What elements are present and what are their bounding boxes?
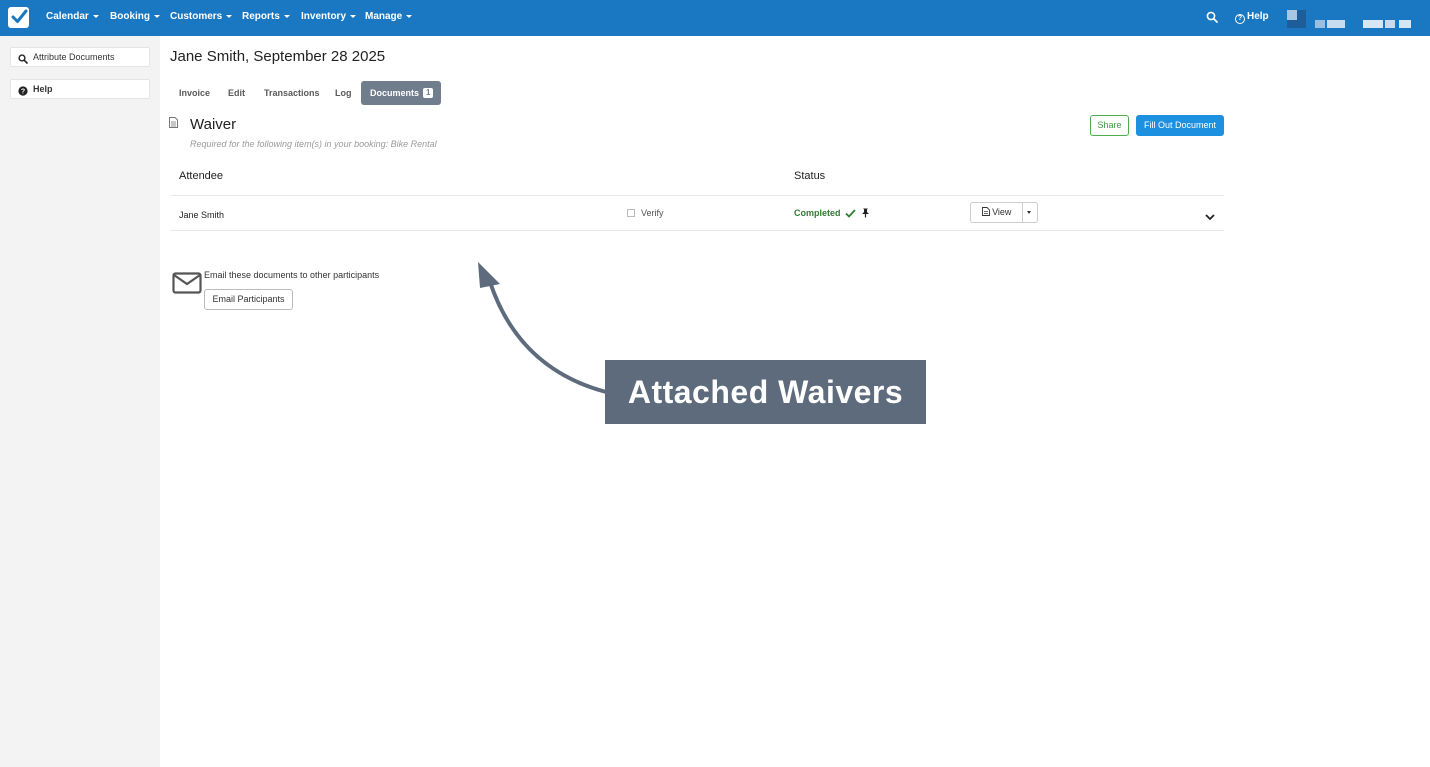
document-title: Waiver: [190, 116, 237, 133]
nav-booking[interactable]: Booking: [110, 11, 160, 22]
file-icon: [981, 207, 990, 216]
question-circle-icon: ?: [18, 84, 28, 102]
sidebar-item-help[interactable]: ? Help: [10, 79, 150, 99]
tab-log[interactable]: Log: [335, 88, 352, 98]
nav-reports[interactable]: Reports: [242, 11, 290, 22]
verify-checkbox[interactable]: Verify: [627, 208, 664, 218]
column-header-status: Status: [794, 170, 826, 182]
documents-count-badge: 1: [423, 88, 434, 98]
tab-edit[interactable]: Edit: [228, 88, 245, 98]
chevron-down-icon[interactable]: [1205, 208, 1215, 226]
fill-out-document-button[interactable]: Fill Out Document: [1136, 115, 1224, 136]
checkbox-logo-icon[interactable]: [8, 7, 29, 28]
caret-down-icon: [154, 14, 160, 18]
caret-down-icon: [406, 14, 413, 18]
document-subtitle: Required for the following item(s) in yo…: [190, 139, 437, 149]
table-divider: [170, 195, 1224, 196]
user-avatar[interactable]: [1287, 10, 1423, 28]
view-button[interactable]: View: [971, 203, 1023, 222]
tab-transactions[interactable]: Transactions: [264, 88, 320, 98]
table-divider: [170, 230, 1224, 231]
view-button-group: View: [970, 202, 1038, 223]
top-navbar: Calendar Booking Customers Reports Inven…: [0, 0, 1430, 36]
email-participants-button[interactable]: Email Participants: [204, 289, 293, 310]
caret-down-icon: [350, 14, 357, 18]
page-title: Jane Smith, September 28 2025: [170, 48, 386, 65]
nav-reports-label: Reports: [242, 11, 280, 22]
caret-down-icon: [226, 14, 233, 18]
status-completed: Completed: [794, 208, 870, 218]
column-header-attendee: Attendee: [179, 170, 224, 182]
sidebar-item-label: Help: [33, 84, 53, 94]
sidebar: Attribute Documents ? Help: [0, 36, 160, 767]
checkmark-icon: [845, 209, 856, 218]
caret-down-icon: [283, 14, 290, 18]
svg-text:?: ?: [21, 89, 25, 96]
caret-down-icon: [92, 14, 99, 18]
email-instructions: Email these documents to other participa…: [204, 270, 380, 280]
annotation-callout: Attached Waivers: [605, 360, 926, 424]
sidebar-item-attribute-documents[interactable]: Attribute Documents: [10, 47, 150, 67]
checkbox-icon: [627, 209, 635, 217]
nav-help[interactable]: ? Help: [1235, 11, 1269, 24]
pin-icon[interactable]: [861, 208, 870, 218]
nav-manage[interactable]: Manage: [365, 11, 413, 22]
nav-calendar[interactable]: Calendar: [46, 11, 99, 22]
nav-inventory-label: Inventory: [301, 11, 347, 22]
search-icon: [18, 52, 28, 70]
nav-calendar-label: Calendar: [46, 11, 89, 22]
tab-invoice[interactable]: Invoice: [179, 88, 210, 98]
help-circle-icon: ?: [1235, 14, 1245, 24]
view-label: View: [992, 207, 1012, 217]
dropdown-caret-icon[interactable]: [1027, 211, 1031, 214]
sidebar-item-label: Attribute Documents: [33, 52, 115, 62]
nav-manage-label: Manage: [365, 11, 403, 22]
document-icon: [169, 115, 178, 133]
nav-help-label: Help: [1247, 11, 1269, 22]
tab-documents[interactable]: Documents 1: [361, 81, 441, 105]
tab-documents-label: Documents: [370, 88, 420, 98]
nav-booking-label: Booking: [110, 11, 150, 22]
attendee-name: Jane Smith: [179, 210, 225, 220]
annotation-arrow: [478, 262, 607, 394]
nav-customers[interactable]: Customers: [170, 11, 233, 22]
nav-customers-label: Customers: [170, 11, 223, 22]
search-icon[interactable]: [1206, 10, 1218, 28]
verify-label: Verify: [641, 208, 664, 218]
envelope-icon: [172, 272, 202, 299]
status-text: Completed: [794, 208, 841, 218]
share-button[interactable]: Share: [1090, 115, 1129, 136]
nav-inventory[interactable]: Inventory: [301, 11, 357, 22]
